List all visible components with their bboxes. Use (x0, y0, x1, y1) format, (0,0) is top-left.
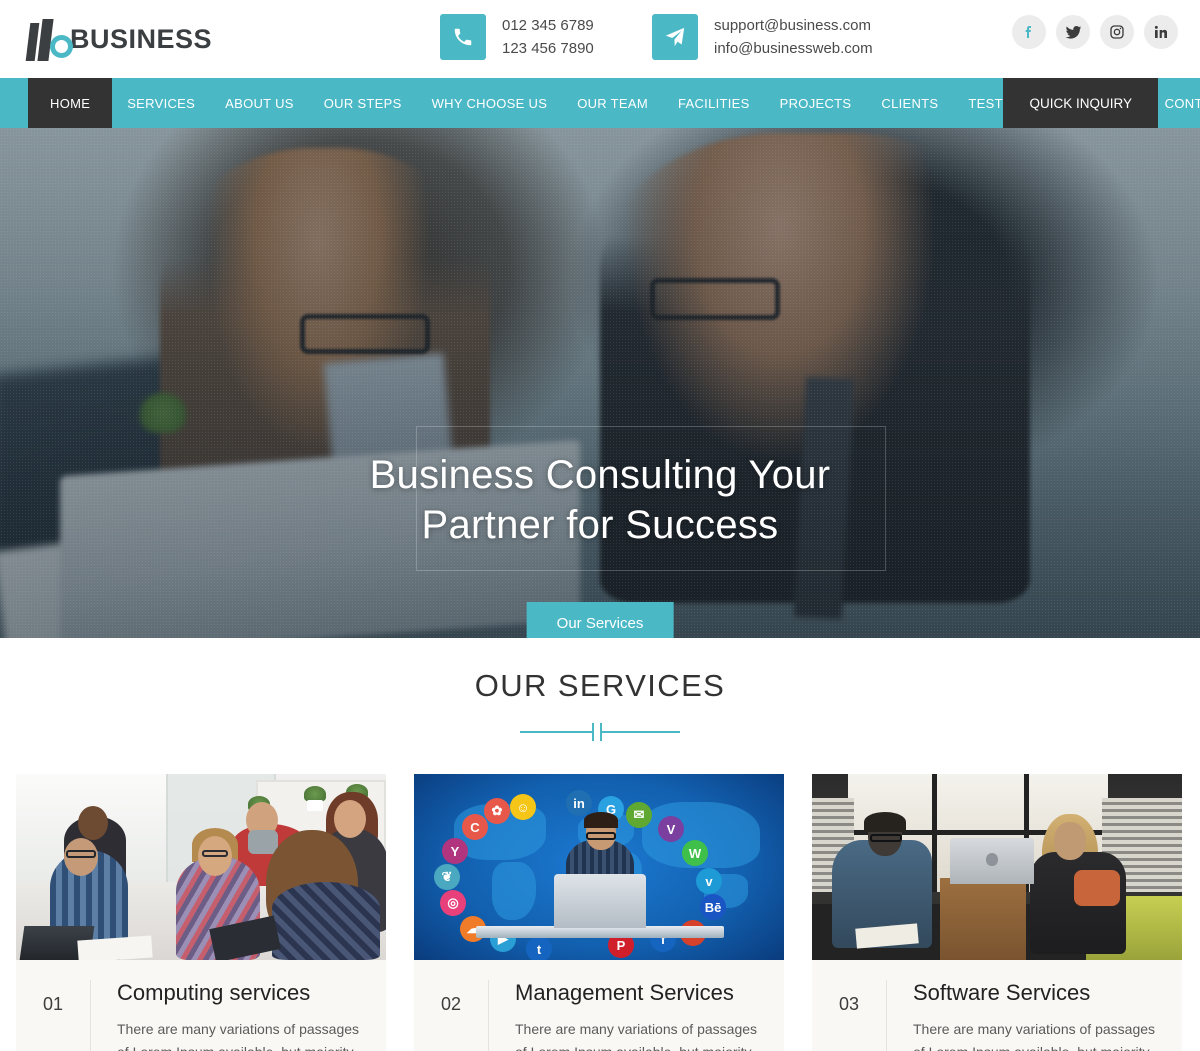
social-graphic-icon: ◎ (440, 890, 466, 916)
social-graphic-icon: t (526, 936, 552, 960)
logo[interactable]: BUSINESS (25, 17, 213, 61)
social-graphic-icon: ✿ (484, 798, 510, 824)
service-card-body: 03 Software Services There are many vari… (812, 960, 1182, 1051)
social-graphic-icon: Y (442, 838, 468, 864)
service-card-text: Management Services There are many varia… (488, 980, 784, 1051)
service-card-body: 01 Computing services There are many var… (16, 960, 386, 1051)
service-card-number: 01 (42, 994, 64, 1014)
service-card-description: There are many variations of passages of… (117, 1021, 360, 1051)
email-line-2: info@businessweb.com (714, 40, 873, 57)
nav-item-home[interactable]: HOME (28, 78, 113, 128)
office-meeting-photo (16, 774, 386, 960)
quick-inquiry-button[interactable]: QUICK INQUIRY (1003, 78, 1158, 128)
social-media-globe-graphic: YC☺inG✉VWvBēG+fPt▶☁◎❦✿ (414, 774, 784, 960)
social-graphic-icon: ❦ (434, 864, 460, 890)
social-graphic-icon: ✉ (626, 802, 652, 828)
service-card-text: Software Services There are many variati… (886, 980, 1182, 1051)
main-navigation: HOME SERVICES ABOUT US OUR STEPS WHY CHO… (0, 78, 1200, 128)
b-logo-icon (25, 17, 78, 61)
service-card[interactable]: YC☺inG✉VWvBēG+fPt▶☁◎❦✿ 02 Management Ser… (414, 774, 784, 1051)
phone-line-1: 012 345 6789 (502, 17, 594, 34)
email-line-1: support@business.com (714, 17, 871, 34)
nav-item-why-choose-us[interactable]: WHY CHOOSE US (417, 78, 563, 128)
section-divider (520, 722, 680, 742)
instagram-icon[interactable] (1100, 15, 1134, 49)
service-card-number: 03 (838, 994, 860, 1014)
phone-contact[interactable]: 012 345 6789 123 456 7890 (440, 14, 594, 60)
phone-icon (440, 14, 486, 60)
hero-banner: Business Consulting Your Partner for Suc… (0, 128, 1200, 638)
linkedin-icon[interactable] (1144, 15, 1178, 49)
nav-item-facilities[interactable]: FACILITIES (663, 78, 765, 128)
service-card-description: There are many variations of passages of… (913, 1021, 1156, 1051)
logo-circle (50, 35, 73, 58)
nav-item-about-us[interactable]: ABOUT US (210, 78, 309, 128)
service-card[interactable]: 01 Computing services There are many var… (16, 774, 386, 1051)
nav-item-projects[interactable]: PROJECTS (765, 78, 867, 128)
paper-plane-icon (652, 14, 698, 60)
service-card-body: 02 Management Services There are many va… (414, 960, 784, 1051)
social-graphic-icon: ☺ (510, 794, 536, 820)
phone-numbers: 012 345 6789 123 456 7890 (502, 14, 594, 60)
service-card-title[interactable]: Computing services (117, 980, 370, 1006)
service-card-title[interactable]: Management Services (515, 980, 768, 1006)
email-contact[interactable]: support@business.com info@businessweb.co… (652, 14, 873, 60)
nav-item-our-steps[interactable]: OUR STEPS (309, 78, 417, 128)
social-graphic-icon: v (696, 868, 722, 894)
phone-line-2: 123 456 7890 (502, 40, 594, 57)
service-card-description: There are many variations of passages of… (515, 1021, 758, 1051)
service-card-text: Computing services There are many variat… (90, 980, 386, 1051)
service-card-title[interactable]: Software Services (913, 980, 1166, 1006)
social-graphic-icon: C (462, 814, 488, 840)
top-bar: BUSINESS 012 345 6789 123 456 7890 suppo… (0, 0, 1200, 78)
hero-title-line-1: Business Consulting Your (369, 453, 831, 497)
service-cards: 01 Computing services There are many var… (0, 774, 1200, 1051)
social-graphic-icon: in (566, 790, 592, 816)
brand-name: BUSINESS (70, 23, 213, 54)
section-title: OUR SERVICES (474, 668, 726, 703)
hero-title-line-2: Partner for Success (421, 503, 779, 547)
service-card-number: 02 (440, 994, 462, 1014)
hero-title: Business Consulting Your Partner for Suc… (0, 450, 1200, 550)
services-section: OUR SERVICES 01 Computing services There… (0, 638, 1200, 1051)
social-links (1012, 15, 1178, 49)
email-addresses: support@business.com info@businessweb.co… (714, 14, 873, 60)
nav-item-our-team[interactable]: OUR TEAM (562, 78, 663, 128)
social-graphic-icon: W (682, 840, 708, 866)
service-card[interactable]: 03 Software Services There are many vari… (812, 774, 1182, 1051)
facebook-icon[interactable] (1012, 15, 1046, 49)
our-services-button[interactable]: Our Services (526, 602, 674, 638)
nav-item-clients[interactable]: CLIENTS (866, 78, 953, 128)
social-graphic-icon: Bē (700, 894, 726, 920)
twitter-icon[interactable] (1056, 15, 1090, 49)
two-people-laptop-photo (812, 774, 1182, 960)
social-graphic-icon: V (658, 816, 684, 842)
nav-item-services[interactable]: SERVICES (112, 78, 210, 128)
